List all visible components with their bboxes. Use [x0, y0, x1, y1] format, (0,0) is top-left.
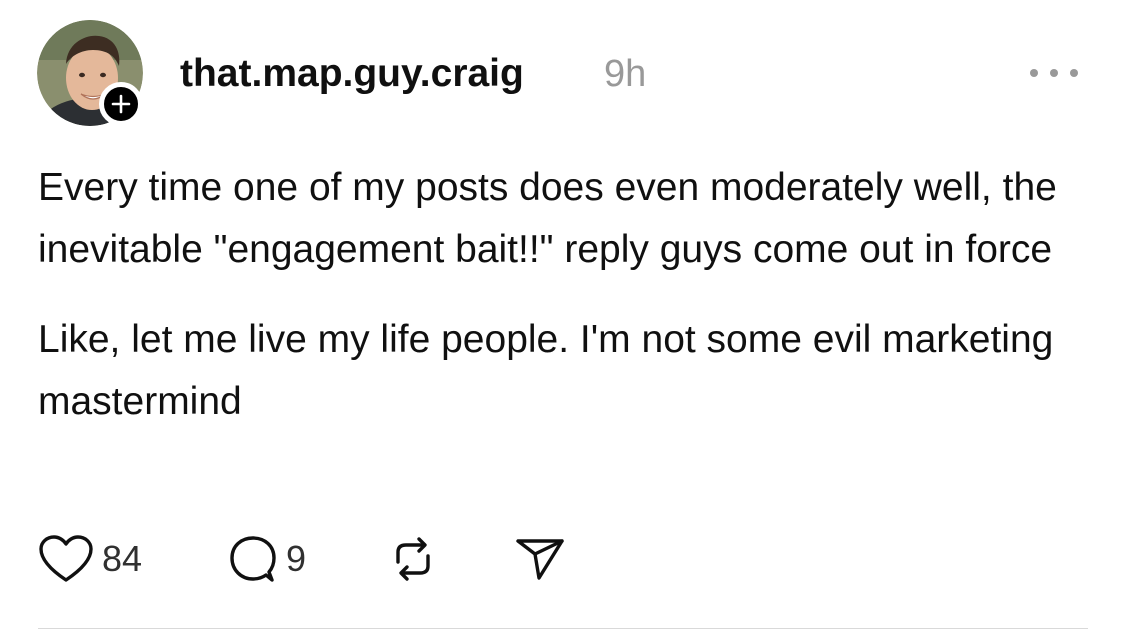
post-card: that.map.guy.craig 9h Every time one of … [0, 0, 1125, 634]
more-dots-icon [1030, 69, 1038, 77]
heart-icon [39, 535, 93, 582]
post-divider [38, 628, 1088, 629]
author-username[interactable]: that.map.guy.craig [180, 52, 524, 96]
like-button[interactable]: 84 [38, 533, 142, 585]
share-button[interactable] [514, 533, 566, 585]
repost-button[interactable] [388, 533, 438, 585]
post-body: Every time one of my posts does even mod… [38, 157, 1098, 433]
repost-icon [396, 537, 430, 581]
author-avatar[interactable] [37, 20, 143, 126]
post-paragraph: Like, let me live my life people. I'm no… [38, 318, 1054, 423]
follow-button[interactable] [99, 82, 143, 126]
speech-bubble-icon [230, 536, 276, 582]
more-dots-icon-dot [1070, 69, 1078, 77]
like-count: 84 [102, 538, 143, 579]
post-paragraph: Every time one of my posts does even mod… [38, 166, 1057, 271]
more-options-button[interactable] [1030, 60, 1078, 86]
reply-button[interactable]: 9 [228, 533, 306, 585]
post-timestamp: 9h [604, 53, 647, 95]
reply-count: 9 [286, 538, 307, 579]
post-actions: 84 9 [38, 533, 638, 585]
more-dots-icon-dot [1050, 69, 1058, 77]
plus-icon [111, 94, 131, 114]
send-icon [516, 539, 564, 580]
